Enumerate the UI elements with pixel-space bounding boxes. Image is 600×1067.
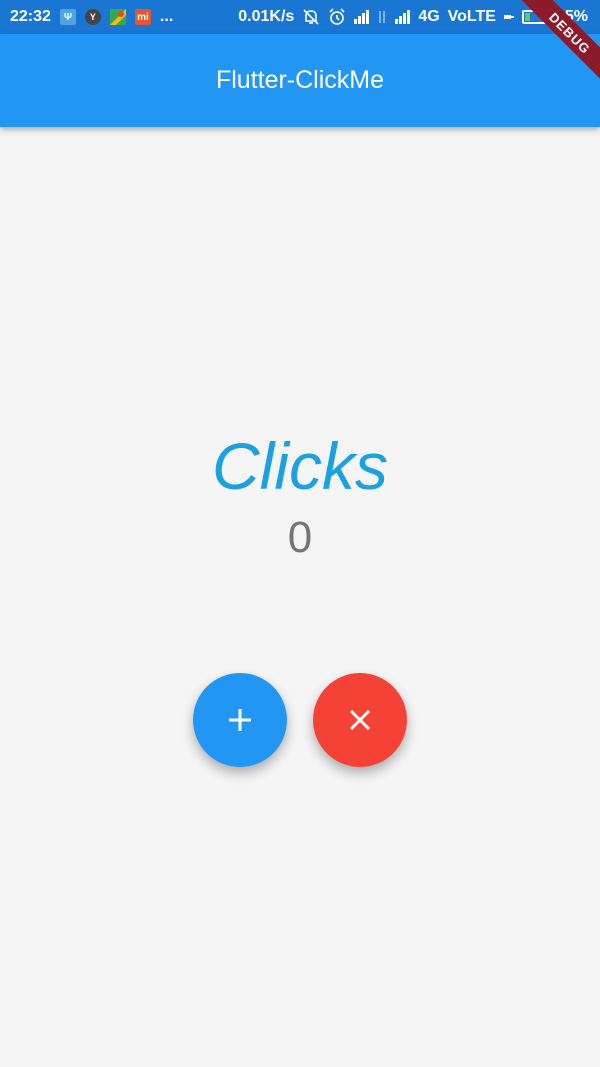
mute-bell-icon	[302, 8, 320, 26]
network-speed: 0.01K/s	[238, 8, 295, 25]
alarm-icon	[328, 8, 346, 26]
reset-button[interactable]	[313, 673, 407, 767]
increment-button[interactable]	[193, 673, 287, 767]
clicks-label: Clicks	[212, 429, 388, 503]
charging-plug-icon	[503, 12, 514, 22]
clock: 22:32	[10, 8, 51, 25]
data-arrows-icon	[377, 9, 387, 25]
signal-strength-2-icon	[395, 10, 411, 24]
app-title: Flutter-ClickMe	[215, 66, 385, 94]
battery-level	[524, 13, 530, 21]
app-notification-icon: Y	[84, 9, 101, 25]
close-icon	[349, 709, 371, 731]
more-notifications: ...	[159, 8, 174, 25]
click-count: 0	[287, 513, 313, 562]
app-bar: Flutter-ClickMe	[0, 34, 600, 127]
status-bar: 22:32 Ψ Y mi ... 0.01K/s 4G VoLTE 25%	[0, 0, 600, 34]
signal-strength-icon	[354, 10, 370, 24]
maps-notification-icon	[109, 9, 126, 25]
network-type: 4G	[418, 8, 440, 25]
plus-icon	[229, 709, 251, 731]
mi-notification-icon: mi	[134, 9, 151, 25]
volte-label: VoLTE	[447, 8, 496, 25]
usb-notification-icon: Ψ	[59, 9, 76, 25]
